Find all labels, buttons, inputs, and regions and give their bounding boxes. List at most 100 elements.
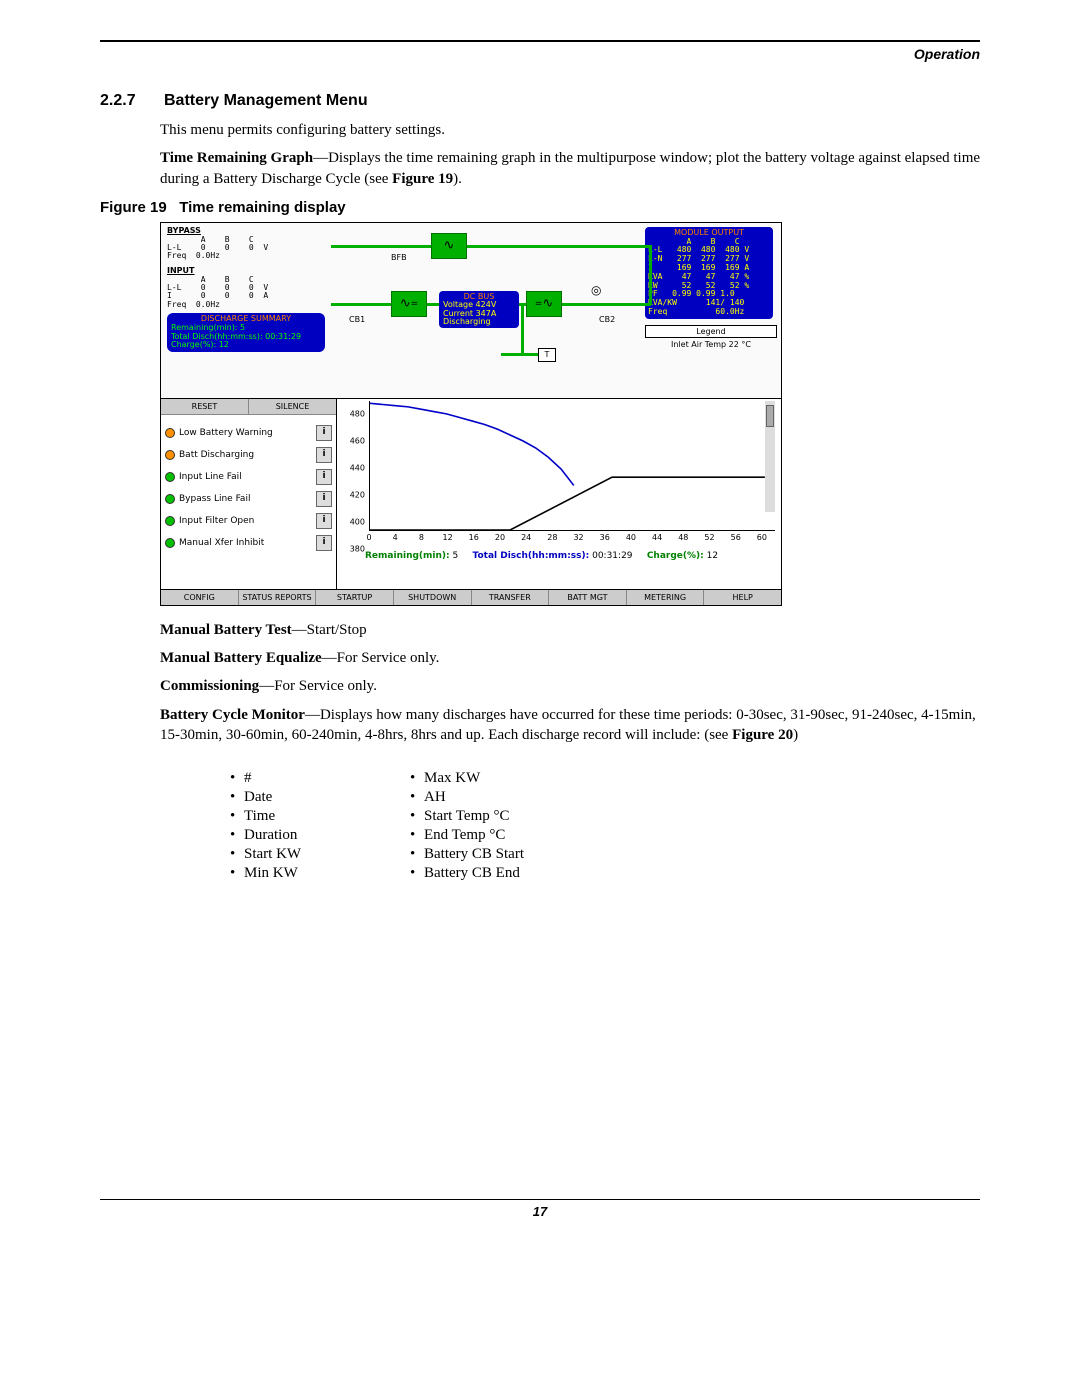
status-dot-icon: [165, 516, 175, 526]
cb2-label: CB2: [599, 315, 615, 324]
alarm-label: Input Filter Open: [179, 516, 316, 526]
status-dot-icon: [165, 494, 175, 504]
list-item: Date: [230, 789, 370, 806]
x-tick: 40: [626, 533, 636, 542]
equalize-paragraph: Manual Battery Equalize—For Service only…: [160, 648, 980, 668]
info-button[interactable]: i: [316, 535, 332, 551]
list-item: #: [230, 770, 370, 787]
alarm-label: Batt Discharging: [179, 450, 316, 460]
x-tick: 52: [704, 533, 714, 542]
alarm-row: Input Line Faili: [165, 469, 332, 485]
module-output-box: MODULE OUTPUT A B C L-L 480 480 480 V L-…: [645, 227, 773, 319]
x-tick: 60: [757, 533, 767, 542]
chart-scrollbar[interactable]: [765, 401, 775, 512]
status-dot-icon: [165, 538, 175, 548]
time-remaining-chart: 380400420440460480 048121620242832364044…: [337, 399, 781, 589]
cycle-monitor-paragraph: Battery Cycle Monitor—Displays how many …: [160, 705, 980, 746]
list-item: End Temp °C: [410, 827, 610, 844]
x-tick: 16: [469, 533, 479, 542]
y-tick: 440: [350, 464, 365, 473]
menu-item[interactable]: STATUS REPORTS: [239, 590, 317, 605]
commissioning-paragraph: Commissioning—For Service only.: [160, 676, 980, 696]
x-tick: 8: [419, 533, 424, 542]
alarm-row: Bypass Line Faili: [165, 491, 332, 507]
section-title: Battery Management Menu: [164, 92, 368, 109]
record-fields-list: #DateTimeDurationStart KWMin KW Max KWAH…: [190, 753, 980, 899]
list-item: Max KW: [410, 770, 610, 787]
x-tick: 24: [521, 533, 531, 542]
list-item: Duration: [230, 827, 370, 844]
x-tick: 44: [652, 533, 662, 542]
x-tick: 12: [442, 533, 452, 542]
x-tick: 0: [366, 533, 371, 542]
y-tick: 420: [350, 490, 365, 499]
status-dot-icon: [165, 450, 175, 460]
status-dot-icon: [165, 428, 175, 438]
list-item: Battery CB End: [410, 865, 610, 882]
info-button[interactable]: i: [316, 425, 332, 441]
y-tick: 480: [350, 410, 365, 419]
list-item: Min KW: [230, 865, 370, 882]
list-item: AH: [410, 789, 610, 806]
alarm-panel: RESET SILENCE Low Battery WarningiBatt D…: [161, 399, 337, 589]
x-tick: 32: [573, 533, 583, 542]
legend-button[interactable]: Legend: [645, 325, 777, 338]
info-button[interactable]: i: [316, 447, 332, 463]
time-graph-label: Time Remaining Graph: [160, 150, 313, 166]
info-button[interactable]: i: [316, 469, 332, 485]
alarm-label: Low Battery Warning: [179, 428, 316, 438]
reset-button[interactable]: RESET: [161, 399, 249, 414]
inverter-block: =∿: [526, 291, 562, 317]
menu-item[interactable]: TRANSFER: [472, 590, 550, 605]
info-button[interactable]: i: [316, 491, 332, 507]
y-tick: 460: [350, 437, 365, 446]
time-graph-paragraph: Time Remaining Graph—Displays the time r…: [160, 148, 980, 189]
menu-item[interactable]: SHUTDOWN: [394, 590, 472, 605]
rectifier-block: ∿=: [391, 291, 427, 317]
silence-button[interactable]: SILENCE: [249, 399, 336, 414]
cb1-label: CB1: [349, 315, 365, 324]
menu-item[interactable]: HELP: [704, 590, 781, 605]
intro-paragraph: This menu permits configuring battery se…: [160, 120, 980, 140]
battery-t-box: T: [538, 348, 556, 362]
dc-bus-box: DC BUS Voltage 424V Current 347A Dischar…: [439, 291, 519, 329]
mimic-diagram: BYPASS A B C L-L 0 0 0 V Freq 0.0Hz INPU…: [161, 223, 781, 399]
section-heading: 2.2.7 Battery Management Menu: [100, 92, 980, 110]
alarm-row: Manual Xfer Inhibiti: [165, 535, 332, 551]
x-tick: 20: [495, 533, 505, 542]
knob-icon: ◎: [591, 283, 601, 297]
bottom-menubar: CONFIGSTATUS REPORTSSTARTUPSHUTDOWNTRANS…: [161, 589, 781, 605]
manual-test-paragraph: Manual Battery Test—Start/Stop: [160, 620, 980, 640]
list-item: Battery CB Start: [410, 846, 610, 863]
x-tick: 56: [731, 533, 741, 542]
x-tick: 28: [547, 533, 557, 542]
page-footer: 17: [100, 1199, 980, 1219]
list-item: Time: [230, 808, 370, 825]
y-tick: 380: [350, 544, 365, 553]
alarm-label: Manual Xfer Inhibit: [179, 538, 316, 548]
bypass-switch-block: ∿: [431, 233, 467, 259]
status-dot-icon: [165, 472, 175, 482]
x-tick: 4: [393, 533, 398, 542]
info-button[interactable]: i: [316, 513, 332, 529]
menu-item[interactable]: CONFIG: [161, 590, 239, 605]
section-number: 2.2.7: [100, 92, 160, 110]
alarm-label: Input Line Fail: [179, 472, 316, 482]
x-tick: 36: [600, 533, 610, 542]
alarm-label: Bypass Line Fail: [179, 494, 316, 504]
ups-display-screenshot: BYPASS A B C L-L 0 0 0 V Freq 0.0Hz INPU…: [160, 222, 782, 606]
figure-caption: Figure 19 Time remaining display: [100, 199, 980, 216]
alarm-row: Low Battery Warningi: [165, 425, 332, 441]
inlet-air-temp: Inlet Air Temp 22 °C: [645, 340, 777, 349]
bfb-label: BFB: [391, 253, 407, 262]
x-tick: 48: [678, 533, 688, 542]
list-item: Start Temp °C: [410, 808, 610, 825]
running-head: Operation: [100, 46, 980, 62]
chart-footer: Remaining(min): 5 Total Disch(hh:mm:ss):…: [341, 551, 775, 561]
menu-item[interactable]: METERING: [627, 590, 705, 605]
alarm-row: Batt Dischargingi: [165, 447, 332, 463]
menu-item[interactable]: BATT MGT: [549, 590, 627, 605]
discharge-summary-box: DISCHARGE SUMMARY Remaining(min): 5 Tota…: [167, 313, 325, 352]
menu-item[interactable]: STARTUP: [316, 590, 394, 605]
alarm-row: Input Filter Openi: [165, 513, 332, 529]
